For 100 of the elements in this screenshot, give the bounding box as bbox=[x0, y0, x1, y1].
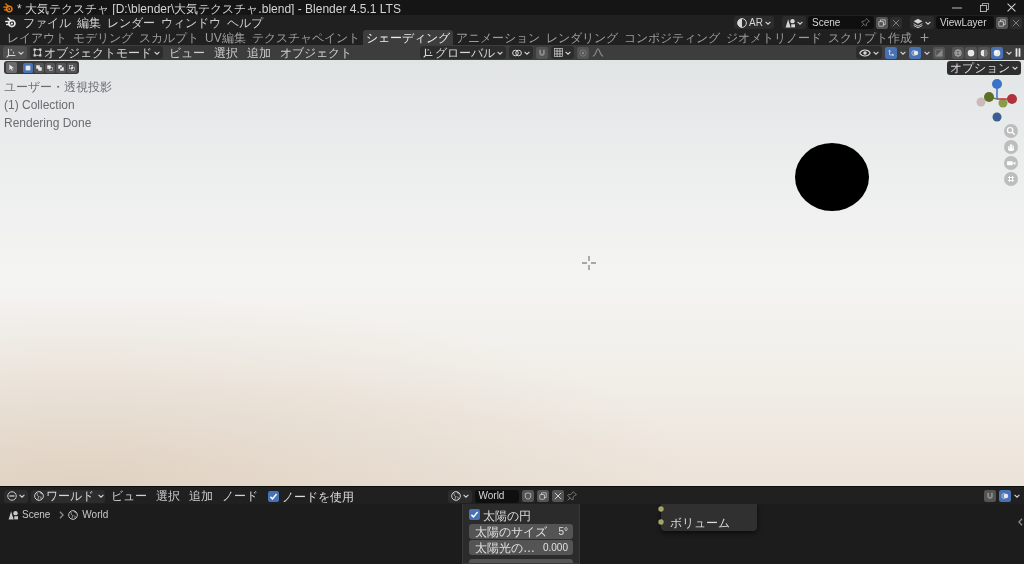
caret-icon bbox=[524, 50, 530, 55]
snap-target-dropdown[interactable] bbox=[551, 46, 574, 59]
checkbox[interactable] bbox=[469, 509, 480, 520]
world-browse-button[interactable] bbox=[447, 489, 472, 503]
overlapping-squares-icon[interactable] bbox=[45, 62, 55, 73]
menu-item[interactable]: ノード bbox=[219, 489, 261, 503]
shaded-sphere-icon[interactable] bbox=[991, 46, 1003, 59]
axis-handle[interactable] bbox=[996, 94, 1017, 104]
menu-item[interactable]: 追加 bbox=[244, 45, 274, 60]
workspace-tab[interactable]: シェーディング bbox=[362, 30, 453, 45]
barred-circle-icon bbox=[7, 491, 17, 501]
shield-icon[interactable] bbox=[521, 490, 534, 502]
pin-icon[interactable] bbox=[566, 491, 577, 501]
magnet-icon[interactable] bbox=[984, 490, 996, 502]
number-field[interactable]: 太陽のサイズ 5° bbox=[469, 524, 573, 539]
workspace-tab[interactable]: レンダリング bbox=[542, 30, 621, 45]
breadcrumb: Scene bbox=[22, 509, 51, 521]
overlapping-circles-icon[interactable] bbox=[909, 46, 921, 59]
workspace-tab[interactable]: スカルプト bbox=[136, 30, 202, 45]
cursor-icon[interactable] bbox=[6, 62, 17, 73]
globe-icon bbox=[34, 491, 44, 501]
editor-type-button[interactable] bbox=[4, 489, 28, 503]
caret-icon bbox=[925, 20, 931, 25]
target-icon[interactable] bbox=[577, 46, 589, 59]
view-layer-field[interactable]: ViewLayer bbox=[936, 16, 994, 29]
menu-item[interactable]: レンダー bbox=[104, 15, 158, 30]
socket-icon[interactable] bbox=[658, 519, 664, 525]
shader-type-dropdown[interactable]: ワールド bbox=[31, 489, 105, 503]
shapes-icon bbox=[785, 17, 795, 28]
app-logo-icon bbox=[3, 2, 13, 13]
engine-dropdown[interactable]: AR bbox=[734, 16, 774, 29]
close-icon[interactable] bbox=[1007, 3, 1016, 12]
app-logo-icon[interactable] bbox=[5, 17, 16, 28]
overlapping-squares-icon[interactable] bbox=[56, 62, 66, 73]
workspace-tab[interactable]: ジオメトリノード bbox=[722, 30, 825, 45]
overlapping-squares-icon[interactable] bbox=[34, 62, 44, 73]
eye-icon bbox=[859, 48, 871, 57]
scene-browse-button[interactable] bbox=[782, 16, 806, 29]
pause-icon[interactable] bbox=[1015, 48, 1021, 57]
workspace-tab[interactable]: アニメーション bbox=[452, 30, 543, 45]
pivot-dropdown[interactable] bbox=[509, 46, 533, 59]
menu-item[interactable]: 編集 bbox=[74, 15, 104, 30]
overlapping-squares-icon[interactable] bbox=[67, 62, 77, 73]
chevron-icon bbox=[59, 511, 65, 519]
checkbox-label: ノードを使用 bbox=[282, 489, 354, 505]
overlapping-circles-icon[interactable] bbox=[999, 490, 1011, 502]
socket-icon[interactable] bbox=[658, 506, 664, 512]
copy-icon[interactable] bbox=[536, 490, 549, 502]
workspace-tab[interactable]: モデリング bbox=[70, 30, 136, 45]
orientation-dropdown[interactable]: グローバル bbox=[420, 46, 506, 59]
globe-icon bbox=[68, 510, 79, 520]
axis-handle[interactable] bbox=[984, 92, 998, 102]
options-dropdown[interactable]: オプション bbox=[947, 61, 1021, 75]
arrows-icon[interactable] bbox=[885, 46, 897, 59]
caret-icon bbox=[19, 494, 25, 498]
menu-item[interactable]: ウィンドウ bbox=[158, 15, 224, 30]
workspace-tab[interactable]: テクスチャペイント bbox=[248, 30, 363, 45]
curve-icon[interactable] bbox=[592, 48, 604, 57]
caret-icon bbox=[154, 50, 160, 55]
workspace-tab[interactable]: スクリプト作成 bbox=[824, 30, 915, 45]
copy-icon[interactable] bbox=[996, 16, 1008, 29]
editor-type-button[interactable] bbox=[3, 46, 27, 59]
x-mark-icon[interactable] bbox=[551, 490, 564, 502]
workspace-tab[interactable]: レイアウト bbox=[4, 30, 70, 45]
viewport-info-text: Rendering Done bbox=[4, 115, 92, 131]
menu-item[interactable]: ヘルプ bbox=[224, 15, 266, 30]
chevron-icon[interactable] bbox=[1018, 518, 1023, 526]
workspace-tab[interactable]: コンポジティング bbox=[620, 30, 723, 45]
workspace-tab[interactable]: UV編集 bbox=[202, 30, 249, 45]
caret-icon bbox=[565, 50, 571, 55]
caret-icon bbox=[873, 50, 879, 55]
copy-icon[interactable] bbox=[876, 16, 888, 29]
caret-icon bbox=[18, 50, 24, 55]
world-name-field[interactable]: World bbox=[474, 489, 519, 503]
half-square-icon[interactable] bbox=[933, 46, 945, 59]
axis-handle[interactable] bbox=[992, 79, 1002, 100]
menu-item[interactable]: ビュー bbox=[166, 45, 208, 60]
menu-item[interactable]: ビュー bbox=[108, 489, 150, 503]
half-sphere-icon[interactable] bbox=[978, 46, 990, 59]
restore-icon[interactable] bbox=[980, 3, 989, 12]
mode-dropdown[interactable]: オブジェクトモード bbox=[30, 46, 163, 59]
scene-field[interactable]: Scene bbox=[808, 16, 874, 29]
caret-icon bbox=[924, 50, 930, 55]
menu-item[interactable]: ファイル bbox=[20, 15, 74, 30]
number-field[interactable]: 太陽光の… 0.000 bbox=[469, 540, 573, 555]
plus-icon[interactable] bbox=[919, 33, 929, 42]
menu-item[interactable]: オブジェクト bbox=[277, 45, 355, 60]
visibility-dropdown[interactable] bbox=[856, 46, 882, 59]
menu-item[interactable]: 選択 bbox=[211, 45, 241, 60]
magnet-icon[interactable] bbox=[536, 46, 548, 59]
menu-item[interactable]: 追加 bbox=[186, 489, 216, 503]
pin-icon[interactable] bbox=[861, 18, 870, 27]
checkbox[interactable] bbox=[268, 490, 279, 502]
caret-icon bbox=[462, 494, 469, 498]
solid-sphere-icon[interactable] bbox=[965, 46, 977, 59]
menu-item[interactable]: 選択 bbox=[153, 489, 183, 503]
wire-sphere-icon[interactable] bbox=[952, 46, 964, 59]
view-layer-browse-button[interactable] bbox=[910, 16, 934, 29]
square-icon[interactable] bbox=[23, 62, 33, 73]
shapes-icon bbox=[8, 510, 18, 520]
